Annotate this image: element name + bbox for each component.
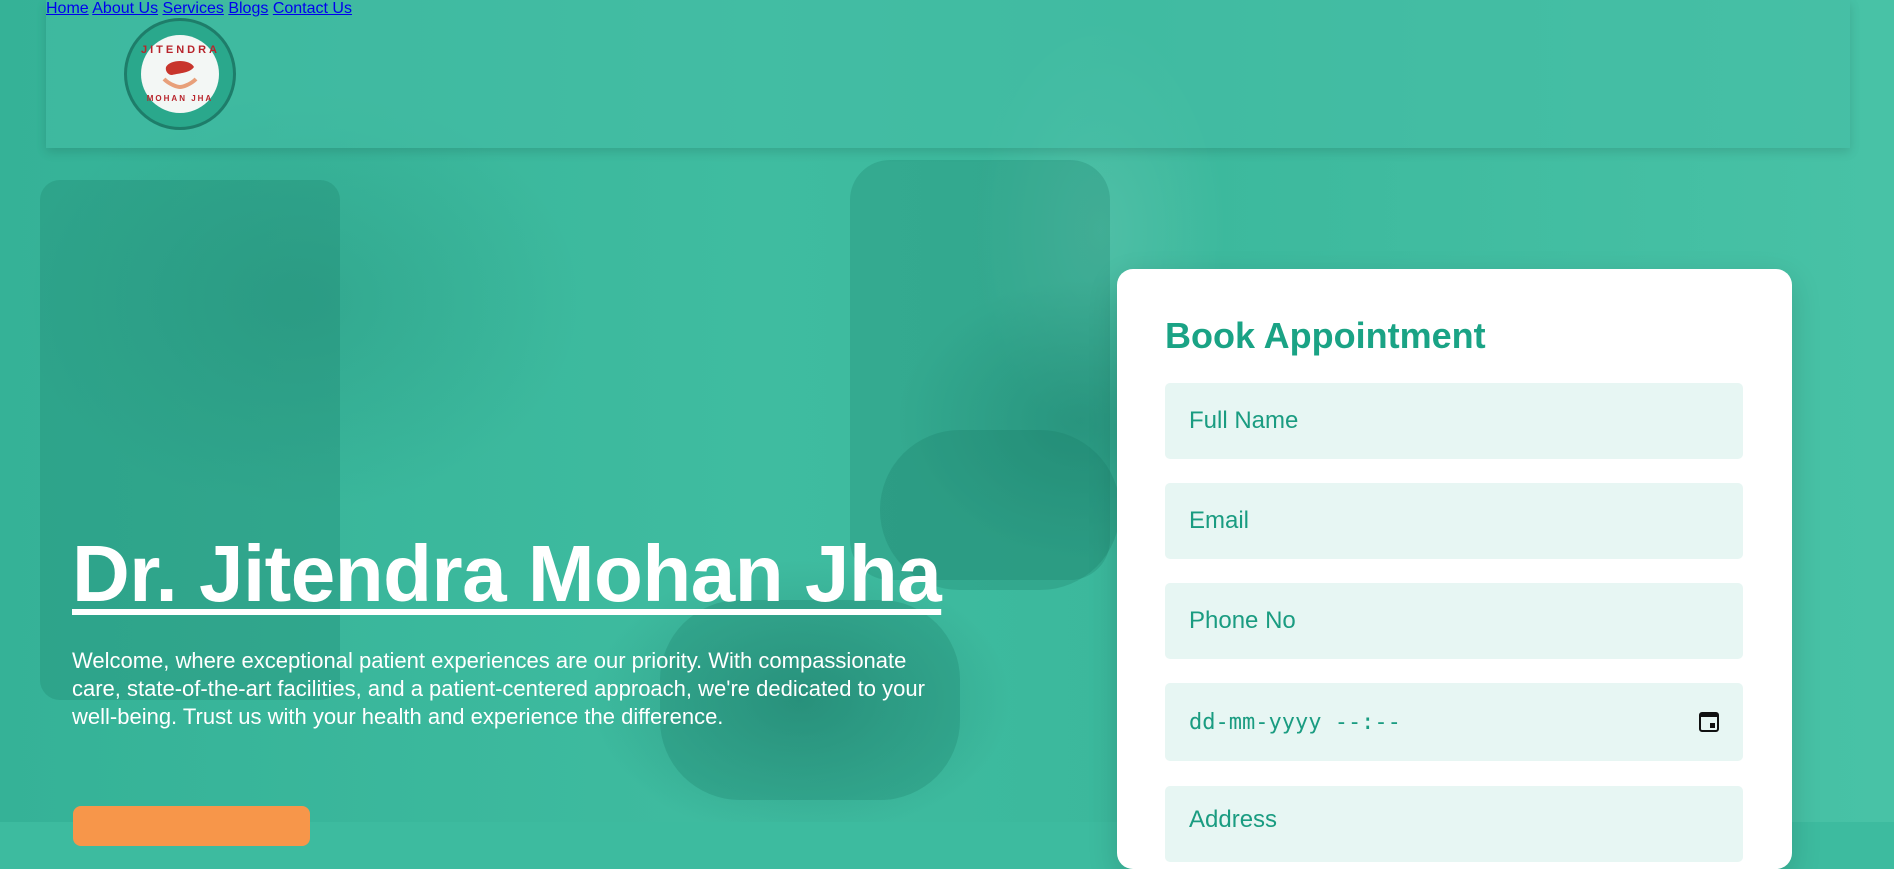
email-input[interactable]: Email: [1165, 483, 1743, 559]
logo-emblem-icon: JITENDRA MOHAN JHA: [141, 35, 219, 113]
nav-about-us[interactable]: About Us: [92, 0, 158, 17]
hero-description: Welcome, where exceptional patient exper…: [72, 648, 925, 729]
phone-input[interactable]: Phone No: [1165, 583, 1743, 659]
appointment-form: Book Appointment Full Name Email Phone N…: [1117, 269, 1792, 869]
hero-cta-button[interactable]: [73, 806, 310, 846]
site-logo[interactable]: JITENDRA MOHAN JHA: [124, 18, 236, 130]
nav-home[interactable]: Home: [46, 0, 89, 17]
nav-services[interactable]: Services: [163, 0, 224, 17]
datetime-placeholder: dd-mm-yyyy --:--: [1189, 709, 1401, 735]
liver-hands-icon: [162, 61, 198, 90]
site-header: JITENDRA MOHAN JHA Home About Us Service…: [46, 0, 1850, 148]
main-nav: Home About Us Services Blogs Contact Us: [46, 0, 1850, 18]
address-input[interactable]: Address: [1165, 786, 1743, 862]
nav-blogs[interactable]: Blogs: [228, 0, 268, 17]
logo-top-text: JITENDRA: [141, 44, 221, 56]
appointment-title: Book Appointment: [1165, 315, 1486, 356]
hero-title: Dr. Jitendra Mohan Jha: [72, 529, 942, 618]
datetime-input[interactable]: dd-mm-yyyy --:--: [1165, 683, 1743, 761]
nav-contact-us[interactable]: Contact Us: [273, 0, 352, 17]
logo-bottom-text: MOHAN JHA: [146, 94, 214, 103]
full-name-input[interactable]: Full Name: [1165, 383, 1743, 459]
calendar-icon[interactable]: [1699, 712, 1719, 732]
